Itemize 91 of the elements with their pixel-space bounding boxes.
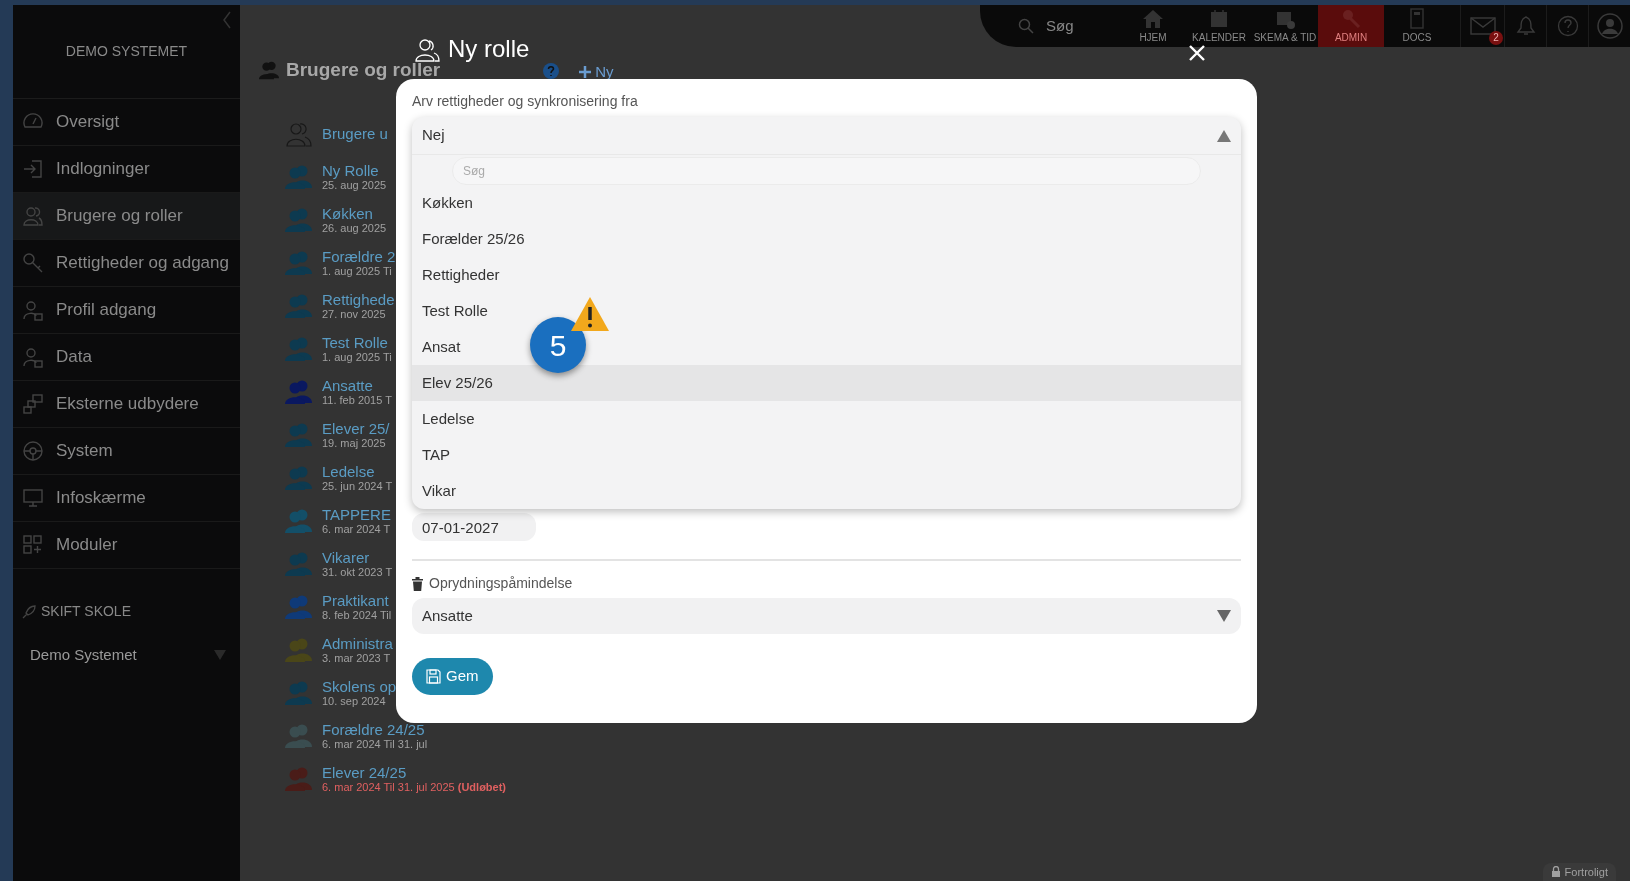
lock-icon: [1550, 866, 1561, 878]
role-dates: 25. aug 2025: [322, 179, 387, 191]
search-field[interactable]: Søg: [452, 157, 1201, 185]
inherit-select[interactable]: Nej: [412, 117, 1241, 155]
new-link[interactable]: Ny: [578, 61, 614, 84]
role-dates: 3. mar 2023 T: [322, 652, 392, 664]
role-name[interactable]: Vikarer: [322, 549, 393, 566]
key-icon: [22, 252, 44, 274]
field-label: Oprydningspåmindelse: [429, 574, 573, 593]
cleanup-select[interactable]: Ansatte: [412, 598, 1241, 634]
role-name[interactable]: Elever 24/25: [322, 764, 506, 781]
users-icon: [22, 205, 44, 227]
users-icon: [258, 60, 280, 80]
chevron-left-icon[interactable]: [222, 11, 232, 29]
page-title: Brugere og roller: [286, 60, 441, 80]
role-name[interactable]: Skolens op: [322, 678, 397, 695]
dropdown-option[interactable]: Test Rolle: [412, 293, 498, 329]
switch-school-label: SKIFT SKOLE: [41, 602, 131, 621]
role-name[interactable]: Ansatte: [322, 377, 392, 394]
modal-title: Ny rolle: [448, 38, 530, 60]
login-icon: [22, 158, 44, 180]
dropdown-option[interactable]: TAP: [412, 437, 461, 473]
bell-icon: [1514, 15, 1537, 37]
trash-icon: [412, 576, 423, 591]
dropdown-option[interactable]: Køkken: [412, 185, 483, 221]
boxes-icon: [22, 393, 44, 415]
role-name[interactable]: Praktikant: [322, 592, 392, 609]
warning-tooltip-icon: [570, 296, 610, 332]
caret-down-icon: [214, 650, 226, 661]
role-name[interactable]: Ny Rolle: [322, 162, 387, 179]
role-dates: 1. aug 2025 Ti: [322, 265, 393, 277]
avatar-icon: [1596, 13, 1623, 39]
wheel-icon: [22, 440, 44, 462]
search-field[interactable]: Søg: [1044, 13, 1104, 39]
mail-icon: [1469, 17, 1496, 35]
caret-up-icon: [1217, 129, 1231, 142]
help-icon: [1556, 15, 1579, 37]
field-label: Arv rettigheder og synkronisering fra: [412, 92, 639, 111]
user-lock-icon: [22, 346, 44, 368]
role-dates: 10. sep 2024: [322, 695, 387, 707]
role-dates: 27. nov 2025: [322, 308, 387, 320]
role-dates: 31. okt 2023 T: [322, 566, 393, 578]
notification-count: 2: [1489, 31, 1503, 45]
dropdown-option[interactable]: Ledelse: [412, 401, 485, 437]
school-select[interactable]: Demo Systemet: [30, 644, 226, 667]
role-name[interactable]: Køkken: [322, 205, 387, 222]
sidebar-item[interactable]: Brugere og roller: [13, 193, 240, 240]
users-icon: [285, 120, 312, 147]
house-icon: [1142, 7, 1164, 30]
role-dates: 6. mar 2024 T: [322, 523, 391, 535]
role-dates: 25. jun 2024 T: [322, 480, 393, 492]
role-dates: 6. mar 2024 Til 31. jul 2025 (Udløbet): [322, 781, 506, 793]
dropdown-option[interactable]: Forælder 25/26: [412, 221, 535, 257]
role-name[interactable]: Elever 25/: [322, 420, 390, 437]
role-dates: 1. aug 2025 Ti: [322, 351, 392, 363]
role-name[interactable]: Ledelse: [322, 463, 393, 480]
monitor-icon: [22, 487, 44, 509]
role-name[interactable]: Forældre 2: [322, 248, 396, 265]
dropdown-option[interactable]: Rettigheder: [412, 257, 510, 293]
grid-icon: [22, 534, 44, 556]
nav-tab[interactable]: SKEMA & TID: [1252, 5, 1318, 47]
plus-icon: [578, 65, 593, 80]
role-name[interactable]: TAPPERE: [322, 506, 391, 523]
search-icon: [1018, 18, 1034, 34]
help-icon[interactable]: [542, 62, 561, 80]
role-name[interactable]: Administra: [322, 635, 393, 652]
close-icon: [1189, 44, 1205, 61]
role-dates: 19. maj 2025: [322, 437, 387, 449]
role-dates: 6. mar 2024 Til 31. jul: [322, 738, 428, 750]
nav-tab[interactable]: ADMIN: [1318, 5, 1384, 47]
sidebar-title: DEMO SYSTEMET: [65, 42, 188, 61]
dropdown-option[interactable]: Elev 25/26: [412, 365, 1241, 401]
role-dates: 11. feb 2015 T: [322, 394, 392, 406]
dropdown-option[interactable]: Vikar: [412, 473, 466, 509]
role-name[interactable]: Test Rolle: [322, 334, 392, 351]
nav-tab[interactable]: HJEM: [1120, 5, 1186, 47]
role-dates: 8. feb 2024 Til: [322, 609, 392, 621]
dropdown-option[interactable]: Ansat: [412, 329, 471, 365]
save-button[interactable]: Gem: [412, 658, 493, 695]
nav-tab[interactable]: KALENDER: [1186, 5, 1252, 47]
caret-down-icon: [1217, 610, 1231, 622]
date-field[interactable]: 07-01-2027: [412, 513, 536, 541]
role-name[interactable]: Brugere u: [322, 125, 388, 142]
mail-button[interactable]: 2: [1460, 5, 1504, 47]
role-name[interactable]: Rettighede: [322, 291, 395, 308]
calendar-icon: [1208, 7, 1230, 30]
users-icon: [414, 38, 440, 62]
user-lock-icon: [22, 299, 44, 321]
role-name[interactable]: Forældre 24/25: [322, 721, 428, 738]
role-dates: 26. aug 2025: [322, 222, 387, 234]
nav-tab[interactable]: DOCS: [1384, 5, 1450, 47]
